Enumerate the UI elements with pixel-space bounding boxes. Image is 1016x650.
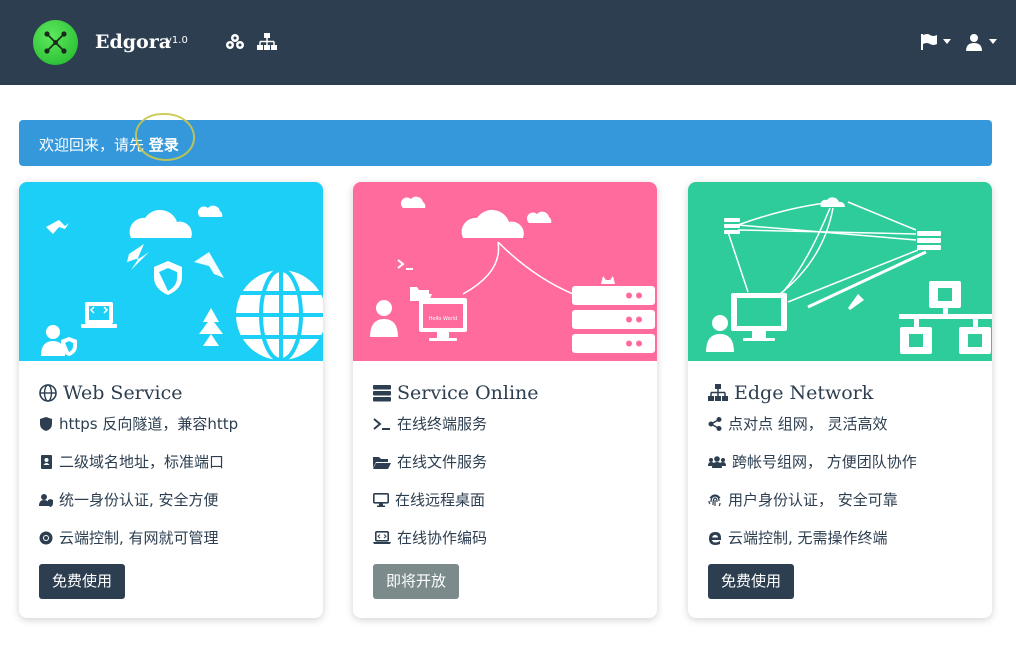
feature-text: 在线文件服务 [397,453,488,471]
user-icon[interactable] [966,33,982,51]
web-service-illustration [19,182,323,361]
free-use-button[interactable]: 免费使用 [708,564,795,599]
feature-text: 统一身份认证, 安全方便 [59,491,219,509]
feature-item: 云端控制, 有网就可管理 [39,527,219,548]
highlight-annotation [135,113,195,161]
feature-item: 在线文件服务 [373,451,487,472]
folder-open-icon [373,456,391,469]
feature-text: 点对点 组网， 灵活高效 [728,415,888,433]
feature-item: 在线远程桌面 [373,489,485,510]
shield-icon [40,416,52,431]
feature-item: 点对点 组网， 灵活高效 [708,413,888,434]
brand-logo[interactable] [33,20,78,65]
feature-item: 统一身份认证, 安全方便 [39,489,219,510]
feature-text: 在线协作编码 [397,529,488,547]
network-icon[interactable] [257,33,277,51]
feature-text: 二级域名地址，标准端口 [59,453,225,471]
coming-soon-button[interactable]: 即将开放 [373,564,460,599]
card-title-text: Service Online [397,382,539,404]
feature-text: https 反向隧道，兼容http [59,415,239,433]
card-title: Edge Network [708,382,873,404]
feature-item: 云端控制, 无需操作终端 [708,527,888,548]
fingerprint-icon [708,493,721,506]
feature-text: 跨帐号组网， 方便团队协作 [732,453,917,471]
network-logo-icon [44,31,67,54]
card-title: Service Online [373,382,539,404]
address-book-icon [41,454,52,469]
feature-item: 在线协作编码 [373,527,487,548]
feature-text: 在线远程桌面 [395,491,486,509]
sitemap-icon [708,384,728,401]
feature-text: 用户身份认证， 安全可靠 [728,491,898,509]
feature-item: https 反向隧道，兼容http [39,413,238,434]
feature-item: 用户身份认证， 安全可靠 [708,489,898,510]
flag-icon[interactable] [920,33,938,51]
feature-text: 在线终端服务 [397,415,488,433]
free-use-button[interactable]: 免费使用 [39,564,126,599]
service-online-illustration: Hello World [353,182,657,361]
navbar: Edgora v1.0 [0,0,1016,85]
brand-name[interactable]: Edgora [95,31,171,53]
edge-icon [709,531,721,545]
card-title: Web Service [39,382,182,404]
terminal-icon [373,417,390,430]
server-icon [373,385,391,402]
card-web-service: Web Service https 反向隧道，兼容http 二级域名地址，标准端… [19,182,323,618]
globe-icon [39,384,57,402]
feature-item: 跨帐号组网， 方便团队协作 [708,451,917,472]
alert-message: 欢迎回来，请先 [39,136,145,154]
user-dropdown-caret[interactable] [989,39,997,44]
card-title-text: Web Service [63,382,183,404]
laptop-code-icon [373,530,391,544]
card-service-online: Hello World Service Online 在线终端服务 在线文件服务… [353,182,657,618]
edge-network-illustration [688,182,992,361]
users-icon [708,455,726,468]
cubes-icon[interactable] [225,33,245,51]
share-icon [708,416,722,431]
feature-item: 二级域名地址，标准端口 [39,451,224,472]
feature-item: 在线终端服务 [373,413,487,434]
card-title-text: Edge Network [734,382,874,404]
card-edge-network: Edge Network 点对点 组网， 灵活高效 跨帐号组网， 方便团队协作 … [688,182,992,618]
chrome-icon [39,531,53,544]
feature-text: 云端控制, 有网就可管理 [59,529,219,547]
hello-world-text: Hello World [429,316,458,322]
user-shield-icon [39,493,53,507]
feature-text: 云端控制, 无需操作终端 [728,529,888,547]
brand-version: v1.0 [166,35,188,46]
desktop-icon [373,492,389,507]
flag-dropdown-caret[interactable] [943,39,951,44]
